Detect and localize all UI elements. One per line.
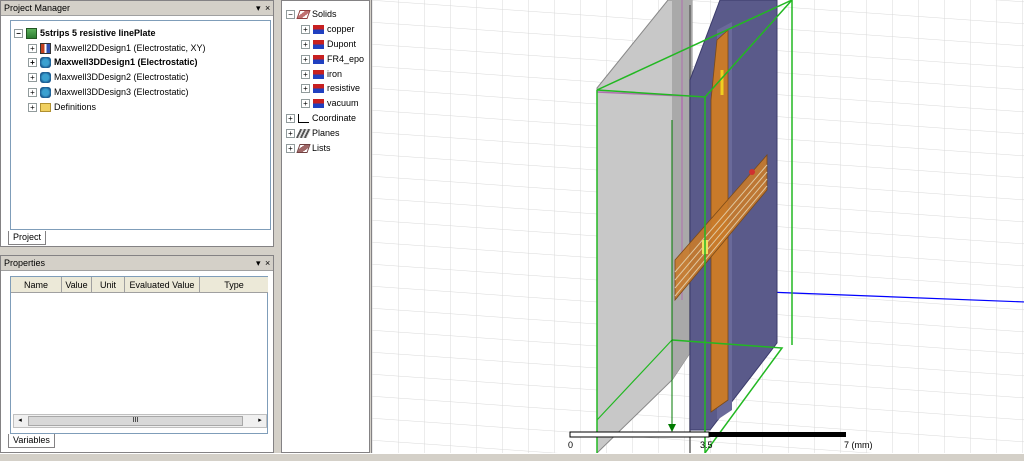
project-manager-titlebar: Project Manager ▾ × [1, 1, 273, 16]
scale-bar-white [569, 431, 710, 438]
project-manager-panel: Project Manager ▾ × −5strips 5 resistive… [0, 0, 274, 247]
expand-icon[interactable]: + [28, 103, 37, 113]
material-icon [313, 55, 324, 65]
planes-icon [295, 129, 312, 139]
column-header-type[interactable]: Type [200, 277, 268, 293]
column-header-unit[interactable]: Unit [92, 277, 125, 293]
expand-icon[interactable]: + [301, 99, 310, 109]
status-bar [0, 453, 1024, 461]
expand-icon[interactable]: + [28, 73, 37, 83]
expand-icon[interactable]: + [301, 25, 310, 35]
tree-item-maxwell2d-design1[interactable]: + Maxwell2DDesign1 (Electrostatic, XY) [28, 41, 206, 55]
tree-item-solids[interactable]: − Solids [286, 7, 337, 21]
scale-bar-black [709, 432, 846, 437]
scale-label-0: 0 [568, 440, 574, 450]
tree-item-maxwell3d-design2[interactable]: + Maxwell3DDesign2 (Electrostatic) [28, 70, 189, 84]
material-icon [313, 84, 324, 94]
properties-panel: Properties ▾ × Name Value Unit Evaluated… [0, 255, 274, 453]
scale-label-3-5: 3.5 [700, 440, 713, 450]
close-icon[interactable]: × [265, 256, 270, 271]
material-icon [313, 40, 324, 50]
scroll-thumb[interactable]: III [28, 416, 243, 426]
pin-dropdown-icon[interactable]: ▾ [256, 256, 261, 271]
expand-icon[interactable]: + [286, 114, 295, 124]
tree-item-material-fr4[interactable]: + FR4_epo [301, 52, 364, 66]
folder-icon [40, 103, 51, 113]
pin-dropdown-icon[interactable]: ▾ [256, 1, 261, 16]
expand-icon[interactable]: + [301, 70, 310, 80]
scale-label-7mm: 7 (mm) [844, 440, 873, 450]
tree-item-planes[interactable]: + Planes [286, 126, 340, 140]
material-icon [313, 70, 324, 80]
tree-root-project[interactable]: −5strips 5 resistive linePlate [14, 26, 156, 40]
maxwell3d-icon [40, 72, 51, 84]
lists-icon [296, 144, 311, 154]
maxwell3d-icon [40, 87, 51, 99]
project-manager-title: Project Manager [4, 3, 71, 13]
expand-icon[interactable]: + [286, 129, 295, 139]
tree-item-coordinate-systems[interactable]: + Coordinate [286, 111, 356, 125]
column-header-name[interactable]: Name [11, 277, 62, 293]
expand-icon[interactable]: + [286, 144, 295, 154]
tree-item-maxwell3d-design1[interactable]: + Maxwell3DDesign1 (Electrostatic) [28, 55, 198, 69]
tree-item-material-resistive[interactable]: + resistive [301, 81, 360, 95]
expand-icon[interactable]: + [301, 55, 310, 65]
scroll-right-icon[interactable]: ▸ [254, 415, 266, 427]
expand-icon[interactable]: + [28, 58, 37, 68]
project-tree: −5strips 5 resistive linePlate + Maxwell2… [10, 20, 271, 230]
expand-icon[interactable]: + [301, 40, 310, 50]
probe-marker [749, 169, 755, 175]
horizontal-scrollbar[interactable]: ◂ III ▸ [13, 414, 267, 428]
scroll-left-icon[interactable]: ◂ [14, 415, 26, 427]
properties-title: Properties [4, 258, 46, 268]
material-icon [313, 99, 324, 109]
expand-icon[interactable]: + [28, 44, 37, 54]
expand-icon[interactable]: + [28, 88, 37, 98]
close-icon[interactable]: × [265, 1, 270, 16]
properties-titlebar: Properties ▾ × [1, 256, 273, 271]
tree-item-material-copper[interactable]: + copper [301, 22, 355, 36]
maxwell3d-icon [40, 57, 51, 69]
tab-project[interactable]: Project [8, 231, 47, 245]
tree-item-definitions[interactable]: + Definitions [28, 100, 96, 114]
tree-item-material-iron[interactable]: + iron [301, 67, 342, 81]
collapse-icon[interactable]: − [14, 29, 23, 39]
maxwell2d-icon [40, 43, 51, 55]
3d-modeler-viewport[interactable]: 0 3.5 7 (mm) [371, 0, 1024, 453]
tree-item-lists[interactable]: + Lists [286, 141, 331, 155]
column-header-evaluated-value[interactable]: Evaluated Value [125, 277, 200, 293]
tree-item-material-vacuum[interactable]: + vacuum [301, 96, 359, 110]
3d-scene[interactable] [372, 0, 1024, 453]
expand-icon[interactable]: + [301, 84, 310, 94]
model-tree-panel: − Solids + copper + Dupont + FR4_epo + iron +… [281, 0, 370, 453]
material-icon [313, 25, 324, 35]
tree-item-material-dupont[interactable]: + Dupont [301, 37, 356, 51]
project-icon [26, 28, 37, 40]
properties-grid: Name Value Unit Evaluated Value Type [10, 276, 268, 434]
solids-icon [296, 10, 311, 20]
coordinate-axes-icon [298, 114, 309, 124]
collapse-icon[interactable]: − [286, 10, 295, 20]
column-header-value[interactable]: Value [62, 277, 92, 293]
tree-item-maxwell3d-design3[interactable]: + Maxwell3DDesign3 (Electrostatic) [28, 85, 189, 99]
tab-variables[interactable]: Variables [8, 434, 55, 448]
